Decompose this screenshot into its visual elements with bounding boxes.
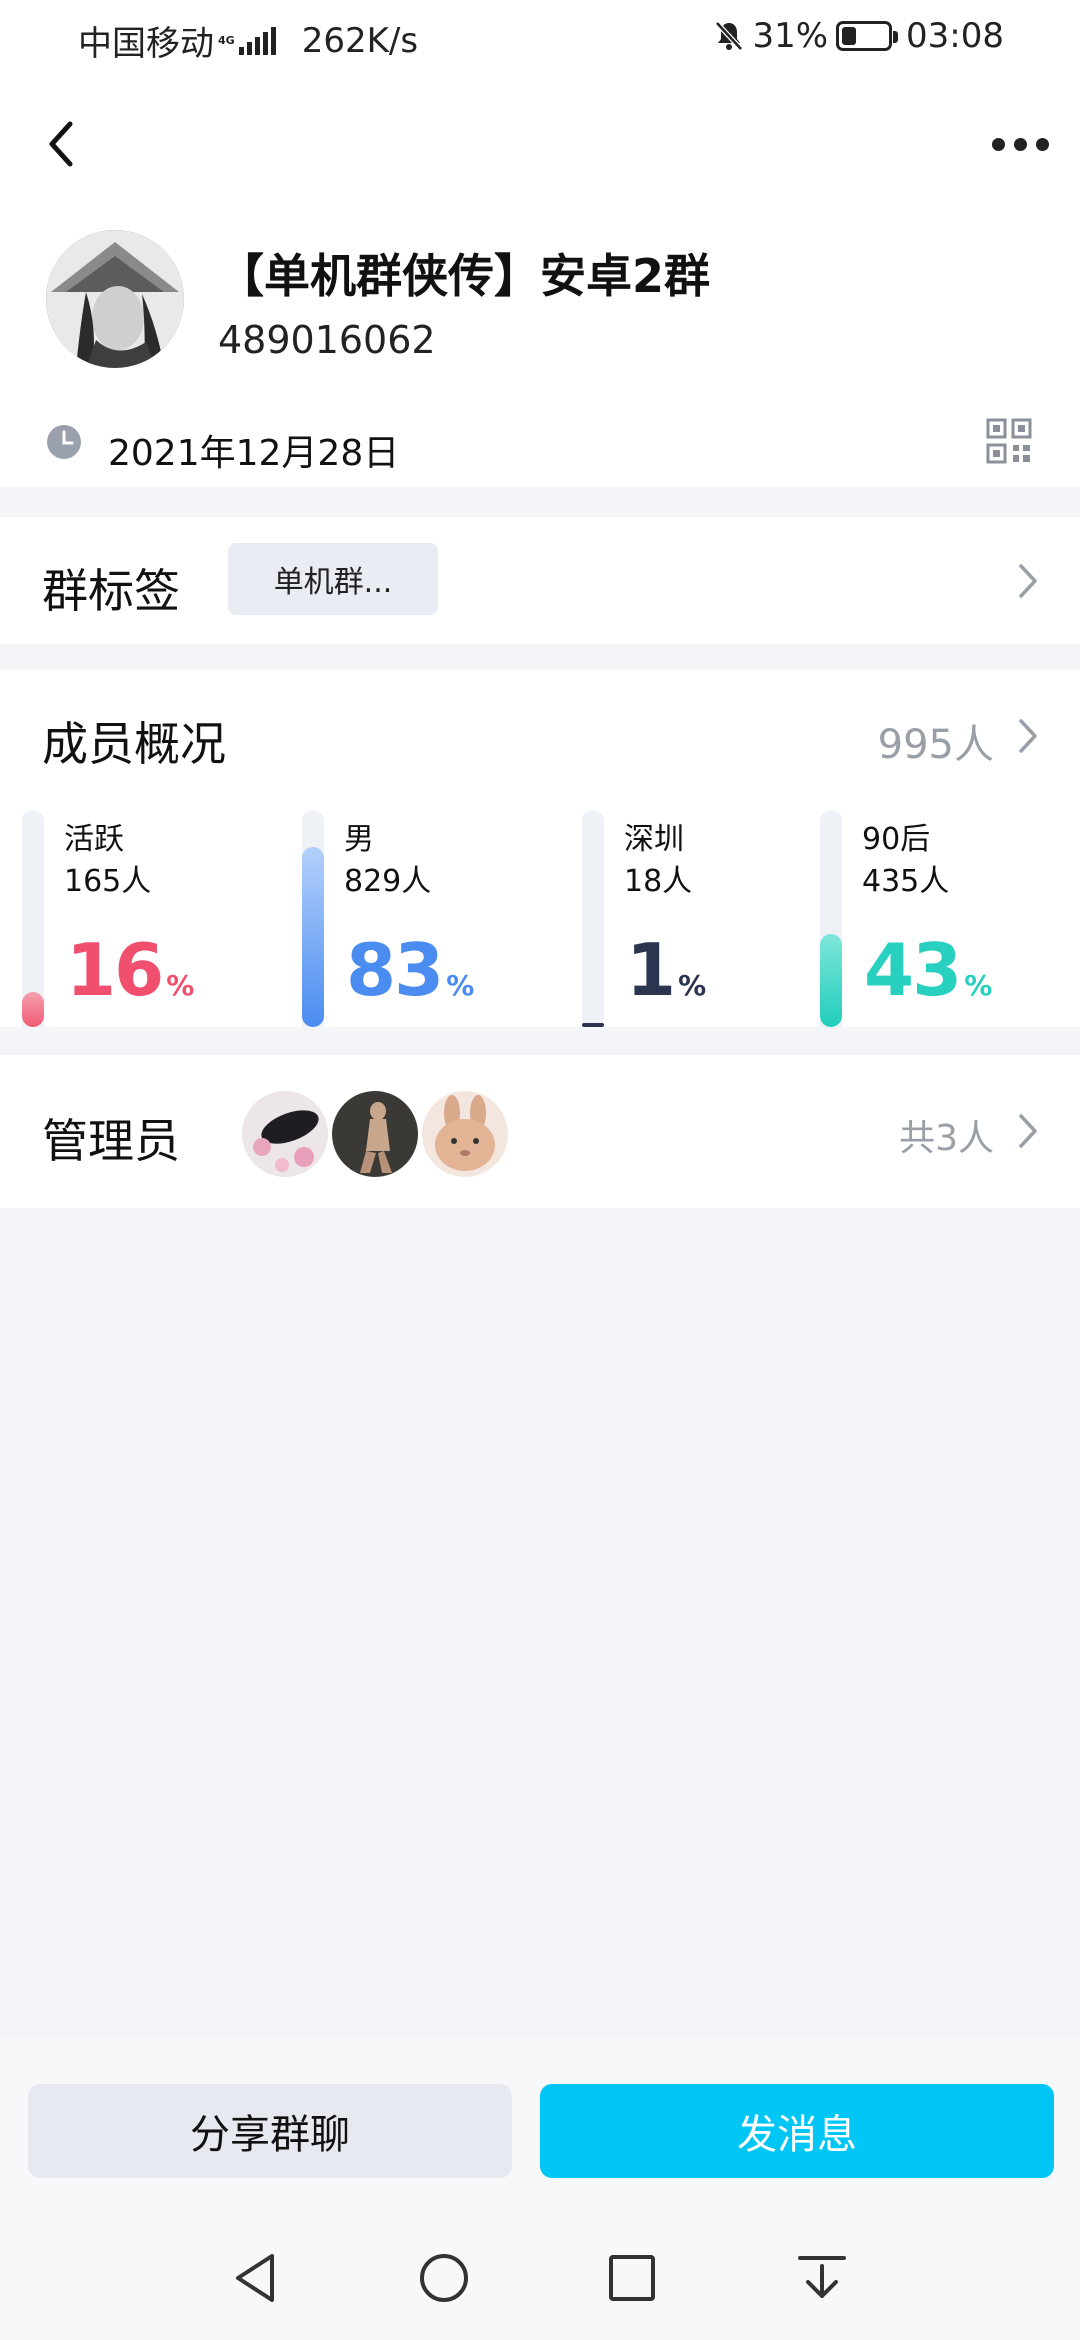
battery-level [842,27,857,45]
bell-off-icon [715,21,744,51]
avatar[interactable] [242,1091,328,1177]
tags-title: 群标签 [42,564,180,618]
admins-row[interactable]: 管理员 共3人 [0,1055,1080,1208]
nav-recents-icon[interactable] [604,2250,660,2306]
stat-city[interactable]: 深圳 18人 1% [582,810,832,1027]
nav-back-icon[interactable] [228,2250,284,2306]
battery-percent: 31% [752,16,829,56]
stat-bar-fill [582,1023,604,1027]
system-nav-bar [0,2206,1080,2340]
stat-male[interactable]: 男 829人 83% [302,810,552,1027]
network-speed: 262K/s [301,20,419,61]
avatar[interactable] [422,1091,508,1177]
clock-time: 03:08 [906,16,1004,56]
status-right: 31% 03:08 [714,16,1004,56]
stat-bar-track [302,810,324,1027]
nav-notification-pulldown-icon[interactable] [794,2250,850,2306]
back-button[interactable] [40,114,84,174]
stat-percent: 43% [864,928,992,1012]
stat-bar-track [22,810,44,1027]
signal-icon [238,26,276,55]
members-title: 成员概况 [42,717,226,771]
chevron-right-icon [1019,564,1037,598]
more-button[interactable] [990,126,1050,162]
carrier-name: 中国移动 [78,24,214,64]
avatar-image [46,230,184,368]
chevron-right-icon [1019,719,1037,753]
stat-bar-fill [820,934,842,1027]
stat-active[interactable]: 活跃 165人 16% [22,810,272,1027]
chevron-right-icon [1019,1114,1037,1148]
stat-count: 18人 [624,864,693,899]
stat-bar-fill [22,992,44,1027]
admins-total: 共3人 [899,1118,994,1159]
stat-bar-track [582,810,604,1027]
group-tags-row[interactable]: 群标签 单机群... [0,517,1080,644]
admin-avatars [242,1091,508,1177]
stat-age[interactable]: 90后 435人 43% [820,810,1070,1027]
stat-label: 深圳 [624,822,684,857]
more-icon [991,137,1005,151]
status-bar: 中国移动 4G 262K/s 31% 03:08 [0,0,1080,72]
stat-count: 829人 [344,864,432,899]
stat-label: 男 [344,822,374,857]
back-arrow-icon [49,121,73,167]
created-date: 2021年12月28日 [108,433,400,474]
clock-icon [47,425,81,459]
stat-count: 435人 [862,864,950,899]
group-header: 【单机群侠传】安卓2群 489016062 2021年12月28日 [0,72,1080,487]
qr-code-icon[interactable] [986,418,1032,464]
status-left: 中国移动 4G 262K/s [78,16,418,65]
stat-label: 活跃 [64,822,124,857]
stat-bar-fill [302,847,324,1027]
stat-label: 90后 [862,822,931,857]
tag-chip[interactable]: 单机群... [228,543,438,615]
group-name: 【单机群侠传】安卓2群 [218,249,711,303]
member-overview: 成员概况 995人 活跃 165人 16% 男 829人 83% 深圳 18人 … [0,670,1080,1027]
members-count[interactable]: 995人 [878,712,994,770]
battery-icon [836,21,899,51]
admins-title: 管理员 [42,1114,180,1168]
nav-home-icon[interactable] [416,2250,472,2306]
share-group-button[interactable]: 分享群聊 [28,2084,512,2178]
stat-percent: 83% [346,928,474,1012]
avatar[interactable] [332,1091,418,1177]
stat-count: 165人 [64,864,152,899]
send-message-button[interactable]: 发消息 [540,2084,1054,2178]
network-type: 4G [218,33,235,47]
group-avatar[interactable] [46,230,184,368]
stat-percent: 16% [66,928,194,1012]
stat-percent: 1% [626,928,706,1012]
group-id: 489016062 [218,318,436,362]
stat-bar-track [820,810,842,1027]
